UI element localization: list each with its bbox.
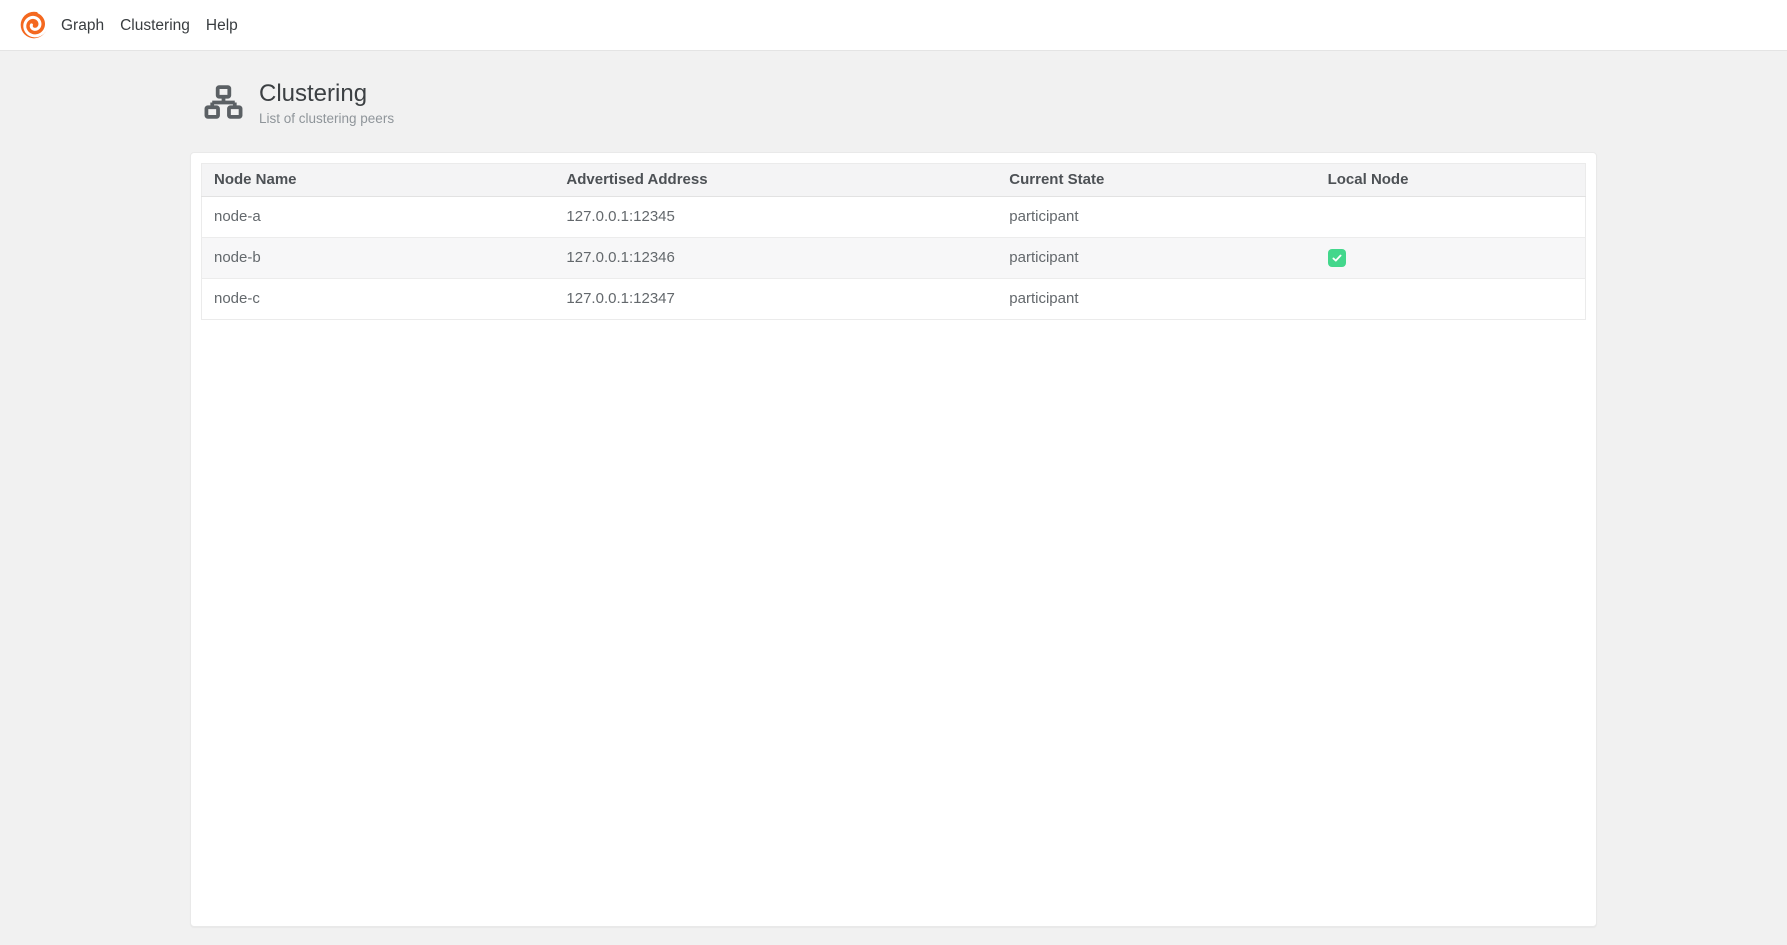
table-row: node-a127.0.0.1:12345participant xyxy=(202,196,1586,237)
column-header-current-state: Current State xyxy=(997,163,1315,196)
main-content: Clustering List of clustering peers Node… xyxy=(190,80,1597,927)
cell-advertised-address: 127.0.0.1:12345 xyxy=(554,196,997,237)
cell-advertised-address: 127.0.0.1:12346 xyxy=(554,237,997,278)
table-header-row: Node Name Advertised Address Current Sta… xyxy=(202,163,1586,196)
page-subtitle: List of clustering peers xyxy=(259,111,394,126)
cell-local-node xyxy=(1316,237,1586,278)
cell-local-node xyxy=(1316,196,1586,237)
page-title: Clustering xyxy=(259,80,394,108)
cell-current-state: participant xyxy=(997,196,1315,237)
top-navbar: Graph Clustering Help xyxy=(0,0,1787,51)
column-header-node-name: Node Name xyxy=(202,163,555,196)
cell-node-name: node-b xyxy=(202,237,555,278)
checkmark-icon xyxy=(1331,252,1343,264)
cell-current-state: participant xyxy=(997,278,1315,319)
column-header-advertised-address: Advertised Address xyxy=(554,163,997,196)
table-row: node-b127.0.0.1:12346participant xyxy=(202,237,1586,278)
table-row: node-c127.0.0.1:12347participant xyxy=(202,278,1586,319)
cell-advertised-address: 127.0.0.1:12347 xyxy=(554,278,997,319)
peers-table-body: node-a127.0.0.1:12345participantnode-b12… xyxy=(202,196,1586,319)
cell-node-name: node-c xyxy=(202,278,555,319)
column-header-local-node: Local Node xyxy=(1316,163,1586,196)
page-header: Clustering List of clustering peers xyxy=(203,80,1597,126)
nav-item-graph[interactable]: Graph xyxy=(53,0,112,51)
cell-local-node xyxy=(1316,278,1586,319)
page-header-text: Clustering List of clustering peers xyxy=(259,80,394,126)
local-node-checkbox[interactable] xyxy=(1328,249,1346,267)
cell-current-state: participant xyxy=(997,237,1315,278)
cell-node-name: node-a xyxy=(202,196,555,237)
peers-table: Node Name Advertised Address Current Sta… xyxy=(201,163,1586,320)
clustering-network-icon xyxy=(203,82,244,123)
nav-item-help[interactable]: Help xyxy=(198,0,246,51)
peers-card: Node Name Advertised Address Current Sta… xyxy=(190,152,1597,927)
peers-table-head: Node Name Advertised Address Current Sta… xyxy=(202,163,1586,196)
app-logo-icon xyxy=(19,10,49,40)
nav-item-clustering[interactable]: Clustering xyxy=(112,0,198,51)
